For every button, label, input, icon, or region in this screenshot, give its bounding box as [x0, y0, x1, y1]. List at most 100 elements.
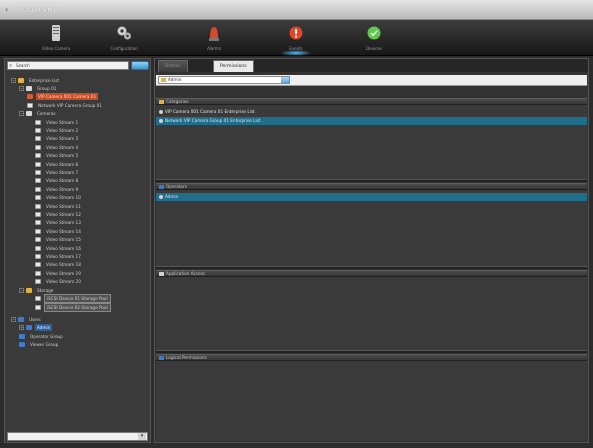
tree-node[interactable]: Video Stream 6: [35, 160, 80, 167]
tree-node[interactable]: − Storage: [19, 286, 55, 293]
tree-node[interactable]: − Users: [11, 315, 43, 322]
section-header[interactable]: Logical Permissions: [156, 354, 587, 361]
tree-node[interactable]: Operator Group: [19, 332, 65, 339]
back-arrow-icon[interactable]: ‹: [5, 6, 14, 14]
toolbar-button-alarms[interactable]: Alarms: [188, 22, 240, 54]
tree-node[interactable]: Video Stream 20: [35, 278, 83, 285]
tree-node[interactable]: iSCSI Device 02 Storage Pool: [35, 302, 111, 312]
tree-node[interactable]: VIP Camera 001 Camera 01: [27, 93, 99, 101]
tree-node[interactable]: Network VIP Camera Group 01: [27, 101, 104, 108]
collapse-icon[interactable]: −: [11, 77, 16, 83]
tree-node[interactable]: Video Stream 18: [35, 261, 83, 268]
user-group-icon: [161, 78, 166, 82]
row-label: Network VIP Camera Group 01 Enterprise L…: [165, 118, 261, 123]
title-bar: ‹ BOSCH VMS: [0, 0, 593, 20]
tree-node[interactable]: Video Stream 8: [35, 177, 80, 184]
alarm-light-icon: [209, 27, 219, 41]
tree-node[interactable]: Video Stream 2: [35, 126, 80, 133]
camera-icon: [35, 245, 41, 251]
users-icon: [159, 185, 164, 189]
tree-node[interactable]: Video Stream 3: [35, 135, 80, 142]
collapse-icon[interactable]: −: [19, 287, 24, 293]
camera-icon: [35, 228, 41, 234]
tree-node-label: iSCSI Device 02 Storage Pool: [44, 302, 111, 312]
expand-icon[interactable]: +: [19, 325, 24, 331]
user-group-select[interactable]: Admin: [158, 76, 290, 84]
tree-node[interactable]: Video Stream 13: [35, 219, 83, 226]
tree-search-input[interactable]: Search: [7, 61, 129, 70]
user-icon: [18, 316, 24, 322]
tree-node[interactable]: Video Stream 9: [35, 185, 80, 192]
list-item[interactable]: Admin: [156, 193, 587, 201]
section-header[interactable]: Application Access: [156, 270, 587, 277]
camera-icon: [35, 262, 41, 268]
tree-node[interactable]: Video Stream 19: [35, 269, 83, 276]
camera-icon: [35, 178, 41, 184]
splitter[interactable]: [156, 266, 587, 269]
collapse-icon[interactable]: −: [19, 85, 24, 91]
list-item[interactable]: VIP Camera 001 Camera 01 Enterprise List: [156, 108, 587, 116]
collapse-icon[interactable]: −: [11, 316, 16, 322]
dropdown-button[interactable]: [281, 77, 289, 83]
tree-node-label: Video Stream 20: [46, 279, 81, 285]
tree-node[interactable]: Video Stream 15: [35, 236, 83, 243]
collapse-icon[interactable]: −: [19, 111, 24, 117]
tree-node[interactable]: Video Stream 11: [35, 202, 83, 209]
camera-icon: [35, 203, 41, 209]
camera-icon: [35, 144, 41, 150]
gears-icon: [117, 26, 131, 40]
tree-node-label: Video Stream 17: [46, 253, 81, 259]
camera-icon: [35, 195, 41, 201]
tree-node[interactable]: Video Stream 17: [35, 252, 83, 259]
camera-icon: [35, 136, 41, 142]
tree-node[interactable]: Video Stream 16: [35, 244, 83, 251]
tree-node-label: Video Stream 12: [46, 211, 81, 217]
tree-node[interactable]: Video Stream 10: [35, 194, 83, 201]
splitter[interactable]: [156, 179, 587, 182]
tree-node[interactable]: iSCSI Device 01 Storage Pool: [35, 294, 111, 304]
section-header[interactable]: Operators: [156, 183, 587, 190]
tree-node[interactable]: − Group 01: [19, 84, 58, 91]
app-window: ‹ BOSCH VMS Video Camera Configuration A…: [0, 0, 593, 448]
tree-node[interactable]: Video Stream 4: [35, 143, 80, 150]
splitter[interactable]: [156, 350, 587, 353]
tree-node[interactable]: Video Stream 5: [35, 152, 80, 159]
tree-node[interactable]: Video Stream 7: [35, 168, 80, 175]
user-icon: [26, 325, 32, 331]
tree-node[interactable]: Video Stream 12: [35, 210, 83, 217]
window-title: BOSCH VMS: [18, 7, 57, 14]
section-body: [156, 277, 587, 353]
tree-node[interactable]: − Enterprise List: [11, 76, 61, 83]
search-button[interactable]: [131, 61, 149, 70]
user-icon: [19, 341, 25, 347]
tree-node[interactable]: Video Stream 14: [35, 227, 83, 234]
section-categories: Categories VIP Camera 001 Camera 01 Ente…: [156, 98, 587, 179]
camera-icon: [27, 94, 33, 100]
tree-filter-select[interactable]: ▾: [7, 432, 148, 441]
toolbar-button-video-camera[interactable]: Video Camera: [30, 22, 82, 54]
camera-icon: [35, 119, 41, 125]
toolbar-label: Alarms: [207, 46, 221, 51]
camera-icon: [35, 153, 41, 159]
tab-permissions[interactable]: Permissions: [213, 60, 254, 72]
section-header[interactable]: Categories: [156, 98, 587, 105]
tree-node-label: Video Stream 10: [46, 195, 81, 201]
tree-node[interactable]: − Cameras: [19, 110, 58, 117]
tree-node[interactable]: + Admin: [19, 324, 53, 332]
tree-node-label: Video Stream 8: [46, 178, 79, 184]
toolbar-label: Video Camera: [41, 46, 71, 51]
status-ok-icon: [367, 26, 381, 40]
toolbar-button-events[interactable]: Events: [270, 22, 322, 56]
tab-details[interactable]: Details: [158, 60, 188, 72]
tree-node-label: Admin: [35, 324, 53, 332]
tree-node[interactable]: Video Stream 1: [35, 118, 80, 125]
camera-icon: [26, 111, 32, 117]
list-item[interactable]: Network VIP Camera Group 01 Enterprise L…: [156, 117, 587, 125]
toolbar-button-configuration[interactable]: Configuration: [98, 22, 150, 54]
toolbar-button-devices[interactable]: Devices: [348, 22, 400, 54]
toolbar-label: Devices: [366, 46, 382, 51]
folder-icon: [26, 287, 32, 293]
tree-node[interactable]: Viewer Group: [19, 340, 60, 347]
camera-icon: [26, 85, 32, 91]
tree-node-label: Video Stream 5: [46, 153, 79, 159]
